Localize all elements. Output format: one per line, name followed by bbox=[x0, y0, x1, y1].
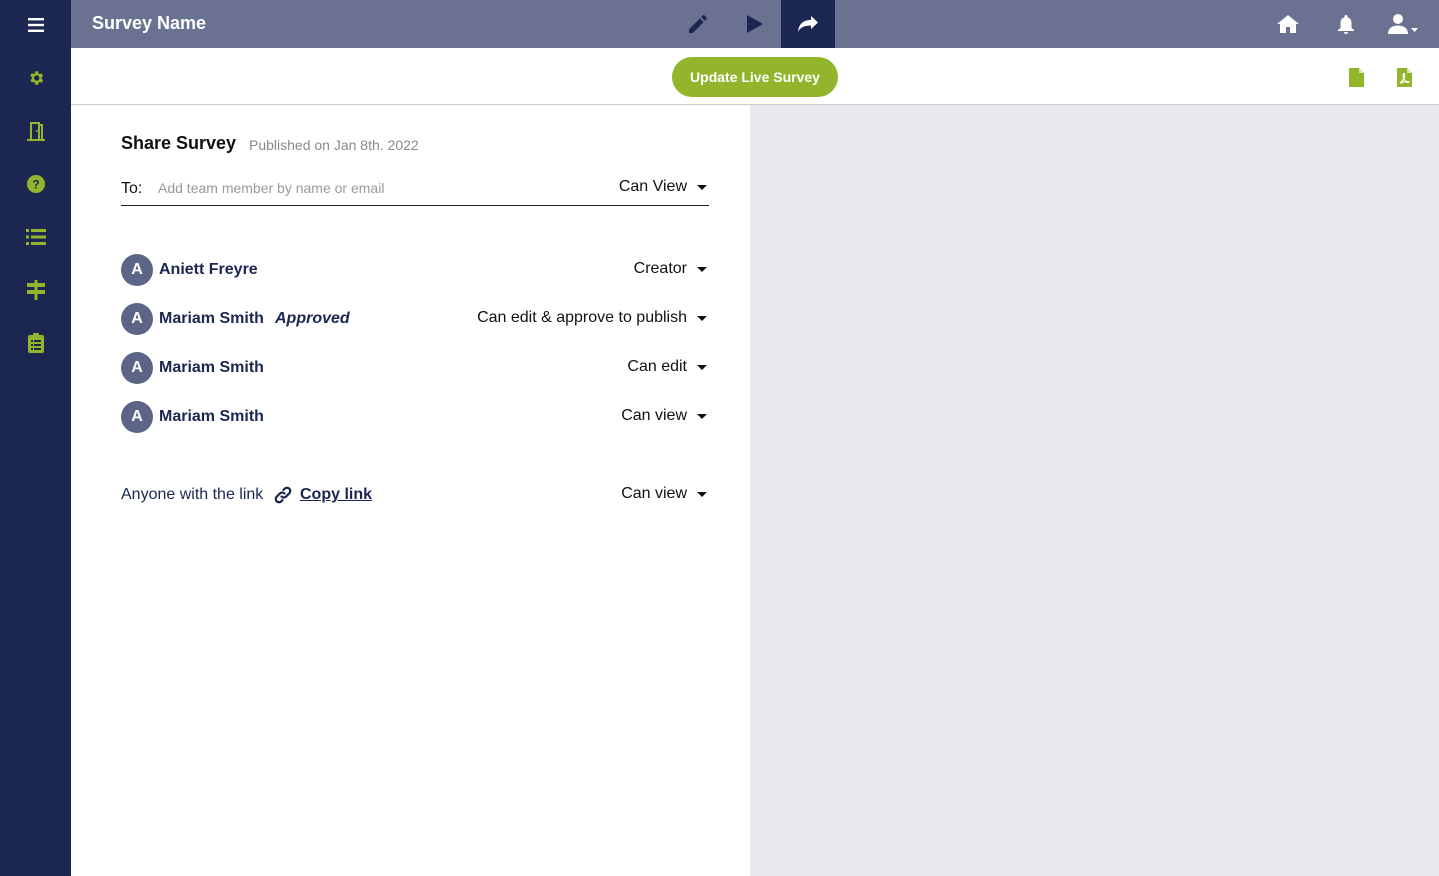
edit-button[interactable] bbox=[671, 0, 725, 48]
member-permission-dropdown[interactable]: Can view bbox=[621, 407, 709, 425]
link-permission-value: Can view bbox=[621, 485, 687, 502]
member-permission-dropdown[interactable]: Creator bbox=[634, 260, 709, 278]
recipient-permission-dropdown[interactable]: Can View bbox=[619, 178, 709, 196]
member-permission-value: Can edit & approve to publish bbox=[477, 309, 687, 326]
member-row: A Mariam Smith Approved Can edit & appro… bbox=[121, 303, 709, 335]
avatar: A bbox=[121, 254, 153, 286]
caret-down-icon bbox=[697, 491, 707, 497]
member-permission-value: Can view bbox=[621, 407, 687, 424]
home-button[interactable] bbox=[1261, 0, 1315, 48]
preview-button[interactable] bbox=[728, 0, 782, 48]
help-circle-icon: ? bbox=[26, 175, 45, 193]
avatar: A bbox=[121, 303, 153, 335]
roadmap-button[interactable] bbox=[0, 270, 71, 310]
menu-icon bbox=[27, 18, 44, 32]
report-button[interactable] bbox=[0, 323, 71, 363]
user-menu-icon bbox=[1388, 14, 1418, 34]
gear-icon bbox=[29, 71, 43, 85]
link-sharing-label: Anyone with the link bbox=[121, 486, 264, 503]
member-permission-dropdown[interactable]: Can edit bbox=[627, 358, 709, 376]
play-icon bbox=[747, 15, 763, 33]
member-name: Mariam Smith bbox=[159, 310, 264, 327]
member-name: Aniett Freyre bbox=[159, 261, 258, 278]
copy-link-button[interactable]: Copy link bbox=[300, 486, 372, 504]
caret-down-icon bbox=[697, 413, 707, 419]
link-permission-dropdown[interactable]: Can view bbox=[621, 485, 709, 503]
file-icon bbox=[1348, 67, 1364, 87]
approval-status: Approved bbox=[275, 310, 350, 327]
settings-button[interactable] bbox=[0, 58, 71, 98]
clipboard-icon bbox=[27, 333, 44, 353]
door-exit-icon bbox=[26, 122, 45, 141]
team-member-input[interactable] bbox=[158, 177, 538, 199]
bell-icon bbox=[1338, 14, 1354, 34]
menu-button[interactable] bbox=[0, 5, 71, 45]
caret-down-icon bbox=[697, 315, 707, 321]
survey-title: Survey Name bbox=[92, 13, 207, 33]
notifications-button[interactable] bbox=[1319, 0, 1373, 48]
member-permission-value: Creator bbox=[633, 260, 687, 277]
member-row: A Mariam Smith Can view bbox=[121, 401, 709, 433]
to-label: To: bbox=[121, 180, 143, 197]
caret-down-icon bbox=[697, 184, 707, 190]
pencil-icon bbox=[689, 15, 707, 33]
home-icon bbox=[1277, 15, 1299, 33]
share-panel: Share Survey Published on Jan 8th. 2022 … bbox=[71, 105, 750, 876]
member-name: Mariam Smith bbox=[159, 359, 264, 376]
share-title: Share Survey bbox=[121, 133, 237, 153]
caret-down-icon bbox=[697, 364, 707, 370]
update-live-survey-button[interactable]: Update Live Survey bbox=[672, 57, 838, 97]
member-permission-dropdown[interactable]: Can edit & approve to publish bbox=[477, 309, 709, 327]
caret-down-icon bbox=[697, 266, 707, 272]
pdf-file-icon bbox=[1396, 67, 1412, 87]
avatar: A bbox=[121, 352, 153, 384]
recipient-permission-value: Can View bbox=[618, 178, 687, 195]
svg-text:?: ? bbox=[32, 178, 39, 192]
signpost-icon bbox=[26, 280, 45, 300]
avatar: A bbox=[121, 401, 153, 433]
export-document-button[interactable] bbox=[1345, 66, 1367, 88]
link-sharing-row: Anyone with the link Copy link Can view bbox=[121, 483, 709, 507]
member-row: A Aniett Freyre Creator bbox=[121, 254, 709, 286]
exit-button[interactable] bbox=[0, 111, 71, 151]
help-button[interactable]: ? bbox=[0, 164, 71, 204]
published-date: Published on Jan 8th. 2022 bbox=[249, 137, 419, 153]
recipient-row: To: Can View bbox=[121, 173, 709, 206]
list-button[interactable] bbox=[0, 217, 71, 257]
share-icon bbox=[798, 16, 818, 32]
top-bar: Survey Name bbox=[71, 0, 1439, 48]
action-bar: Update Live Survey bbox=[71, 48, 1439, 105]
member-row: A Mariam Smith Can edit bbox=[121, 352, 709, 384]
user-menu-button[interactable] bbox=[1376, 0, 1430, 48]
sidebar: ? bbox=[0, 0, 71, 876]
link-icon bbox=[274, 486, 292, 504]
export-pdf-button[interactable] bbox=[1393, 66, 1415, 88]
share-button[interactable] bbox=[781, 0, 835, 48]
list-icon bbox=[25, 229, 46, 245]
member-permission-value: Can edit bbox=[627, 358, 687, 375]
member-name: Mariam Smith bbox=[159, 408, 264, 425]
